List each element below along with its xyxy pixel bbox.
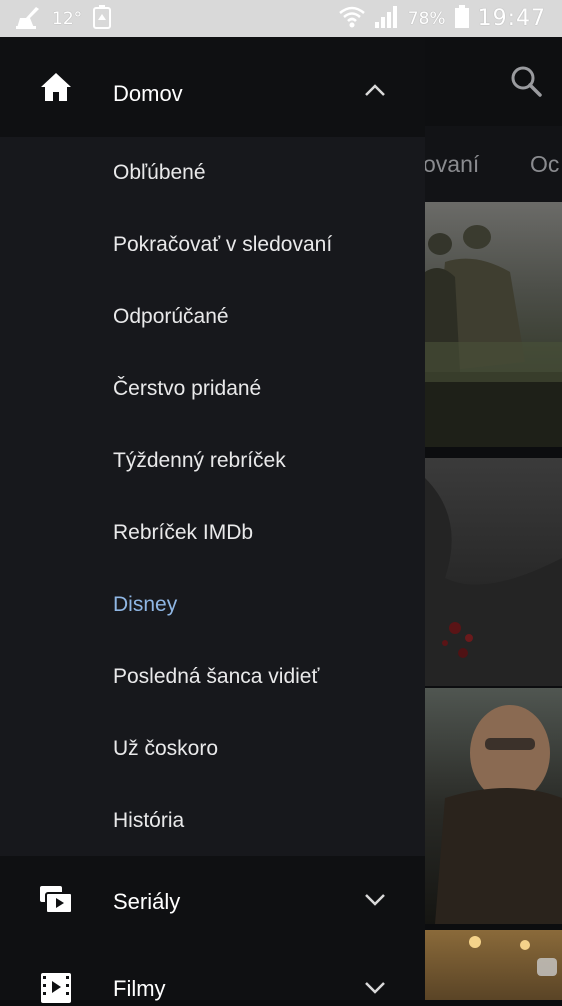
- drawer-item-label: Pokračovať v sledovaní: [113, 233, 333, 256]
- drawer-item-history[interactable]: História: [0, 785, 425, 857]
- chevron-down-icon[interactable]: [364, 980, 386, 1002]
- temperature-text: 12°: [52, 8, 83, 29]
- drawer-item-favorites[interactable]: Obľúbené: [0, 137, 425, 209]
- film-icon: [38, 970, 74, 1006]
- chevron-down-icon[interactable]: [364, 892, 386, 914]
- drawer-item-label: Už čoskoro: [113, 737, 219, 760]
- poster-man[interactable]: [425, 688, 562, 924]
- home-icon: [38, 69, 74, 105]
- tab-partial-2[interactable]: Oc: [530, 151, 559, 178]
- drawer-item-label-active: Disney: [113, 593, 178, 616]
- drawer-item-recommended[interactable]: Odporúčané: [0, 281, 425, 353]
- drawer-item-label: Obľúbené: [113, 161, 206, 184]
- wifi-icon: [338, 5, 366, 33]
- battery-percent: 78%: [407, 8, 446, 29]
- series-icon: [38, 882, 74, 918]
- section-films-label: Filmy: [113, 976, 166, 1001]
- poster-dark[interactable]: [425, 458, 562, 686]
- navigation-drawer: Domov Obľúbené Pokračovať v sledovaní Od…: [0, 37, 425, 1003]
- section-films[interactable]: Filmy: [0, 944, 425, 1003]
- drawer-item-label: Posledná šanca vidieť: [113, 665, 320, 688]
- section-series[interactable]: Seriály: [0, 856, 425, 944]
- clock: 19:47: [477, 6, 546, 31]
- battery-icon: [454, 4, 470, 33]
- drawer-item-disney[interactable]: Disney: [0, 569, 425, 641]
- drawer-item-label: Čerstvo pridané: [113, 377, 262, 400]
- section-home-label: Domov: [113, 81, 183, 106]
- drawer-item-recently-added[interactable]: Čerstvo pridané: [0, 353, 425, 425]
- drawer-item-imdb-chart[interactable]: Rebríček IMDb: [0, 497, 425, 569]
- search-icon[interactable]: [509, 64, 543, 98]
- recycle-icon: [92, 4, 112, 33]
- tab-partial-1[interactable]: ovaní: [425, 151, 479, 178]
- chevron-up-icon[interactable]: [364, 83, 386, 105]
- drawer-item-label: Odporúčané: [113, 305, 229, 328]
- section-home[interactable]: Domov: [0, 37, 425, 137]
- poster-soldiers[interactable]: [425, 202, 562, 447]
- drawer-item-weekly-chart[interactable]: Týždenný rebríček: [0, 425, 425, 497]
- drawer-item-label: Týždenný rebríček: [113, 449, 286, 472]
- signal-icon: [374, 5, 400, 33]
- drawer-item-continue-watching[interactable]: Pokračovať v sledovaní: [0, 209, 425, 281]
- drawer-item-label: Rebríček IMDb: [113, 521, 254, 544]
- drawer-item-label: História: [113, 809, 185, 832]
- drawer-item-coming-soon[interactable]: Už čoskoro: [0, 713, 425, 785]
- poster-street[interactable]: [425, 930, 562, 1000]
- cleaner-icon: [14, 4, 42, 34]
- section-series-label: Seriály: [113, 889, 181, 914]
- drawer-item-last-chance[interactable]: Posledná šanca vidieť: [0, 641, 425, 713]
- status-bar: 12° 78% 19:47: [0, 0, 562, 37]
- background-tabs: ovaní Oc: [425, 126, 562, 202]
